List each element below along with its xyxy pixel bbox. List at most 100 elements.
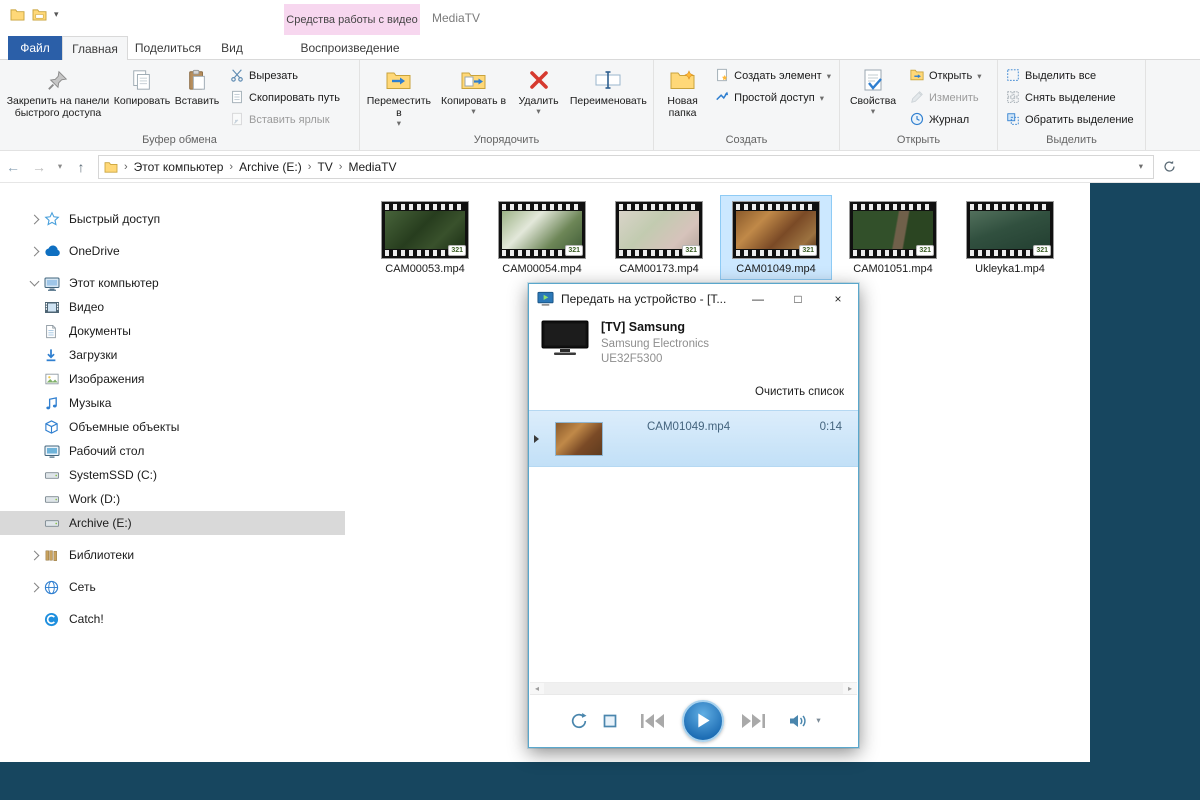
sidebar-item-pictures[interactable]: Изображения [0,367,345,391]
tab-share[interactable]: Поделиться [128,36,208,60]
contextual-tab-video-tools[interactable]: Средства работы с видео [284,4,420,35]
breadcrumb-mediatv[interactable]: MediaTV [346,160,398,174]
play-button[interactable] [682,700,724,742]
edit-button[interactable]: Изменить [904,87,987,109]
sidebar-item-videos[interactable]: Видео [0,295,345,319]
folder-icon[interactable] [10,8,25,21]
copy-to-button[interactable]: Копировать в ▾ [436,62,512,133]
sidebar-item-3d-objects[interactable]: Объемные объекты [0,415,345,439]
forward-button[interactable]: → [26,159,52,175]
sidebar-item-catch[interactable]: Catch! [0,607,345,631]
up-button[interactable]: ↑ [68,159,94,175]
file-cam01051[interactable]: 321 CAM01051.mp4 [837,195,949,280]
breadcrumb-archive-e[interactable]: Archive (E:) [237,160,304,174]
stop-button[interactable] [603,714,617,728]
address-bar: ← → ▾ ↑ › Этот компьютер › Archive (E:) … [0,151,1200,183]
history-button[interactable]: Журнал [904,109,987,131]
invert-selection-button[interactable]: Обратить выделение [1000,109,1140,131]
catch-app-icon [44,611,63,627]
scroll-right-icon[interactable]: ▸ [843,683,857,695]
scrollbar-track[interactable] [544,683,843,694]
recent-locations-caret-icon[interactable]: ▾ [52,161,68,172]
sidebar-item-archive-e[interactable]: Archive (E:) [0,511,345,535]
refresh-icon[interactable] [1154,160,1184,173]
playlist-item[interactable]: CAM01049.mp4 0:14 [529,410,858,467]
sidebar-item-systemssd-c[interactable]: SystemSSD (C:) [0,463,345,487]
scroll-left-icon[interactable]: ◂ [530,683,544,695]
maximize-button[interactable]: □ [778,284,818,314]
tab-playback[interactable]: Воспроизведение [286,36,414,60]
select-none-button[interactable]: Снять выделение [1000,87,1140,109]
chevron-right-icon[interactable] [26,248,42,255]
sidebar-item-desktop[interactable]: Рабочий стол [0,439,345,463]
select-all-button[interactable]: Выделить все [1000,65,1140,87]
paste-button[interactable]: Вставить [170,62,224,133]
address-input[interactable]: › Этот компьютер › Archive (E:) › TV › M… [98,155,1154,179]
sidebar-item-onedrive[interactable]: OneDrive [0,239,345,263]
move-to-button[interactable]: Переместить в ▾ [362,62,436,133]
sidebar-item-network[interactable]: Сеть [0,575,345,599]
sidebar-item-work-d[interactable]: Work (D:) [0,487,345,511]
copy-button[interactable]: Копировать [114,62,170,133]
volume-button[interactable] [789,713,809,729]
next-button[interactable] [740,713,766,729]
file-name: Ukleyka1.mp4 [957,263,1063,275]
playlist-item-name: CAM01049.mp4 [647,421,730,433]
sidebar-item-libraries[interactable]: Библиотеки [0,543,345,567]
crumb-separator-icon[interactable]: › [225,161,237,173]
folder-properties-icon[interactable] [32,8,47,21]
file-name: CAM01051.mp4 [840,263,946,275]
volume-caret-icon[interactable]: ▾ [816,715,820,726]
crumb-separator-icon[interactable]: › [120,161,132,173]
chevron-right-icon[interactable] [26,584,42,591]
sidebar-item-quick-access[interactable]: Быстрый доступ [0,207,345,231]
paste-shortcut-button[interactable]: Вставить ярлык [224,109,346,131]
file-cam00173[interactable]: 321 CAM00173.mp4 [603,195,715,280]
crumb-separator-icon[interactable]: › [304,161,316,173]
qat-customize-icon[interactable]: ▾ [54,9,59,20]
dropdown-caret-icon: ▾ [820,94,824,103]
tab-home[interactable]: Главная [62,36,128,60]
rename-button[interactable]: Переименовать [566,62,651,133]
file-ukleyka1[interactable]: 321 Ukleyka1.mp4 [954,195,1066,280]
address-dropdown-icon[interactable]: ▾ [1134,161,1148,172]
sidebar-item-this-pc[interactable]: Этот компьютер [0,271,345,295]
new-item-icon [715,68,729,85]
properties-button[interactable]: Свойства ▾ [842,62,904,133]
dropdown-caret-icon: ▾ [397,119,401,128]
chevron-right-icon[interactable] [26,216,42,223]
sidebar-item-downloads[interactable]: Загрузки [0,343,345,367]
crumb-separator-icon[interactable]: › [335,161,347,173]
chevron-down-icon[interactable] [26,281,42,285]
breadcrumb-tv[interactable]: TV [315,160,334,174]
sidebar-item-music[interactable]: Музыка [0,391,345,415]
back-button[interactable]: ← [0,159,26,175]
clear-list-link[interactable]: Очистить список [755,386,844,398]
previous-button[interactable] [640,713,666,729]
delete-button[interactable]: Удалить ▾ [511,62,565,133]
repeat-button[interactable] [569,712,589,730]
minimize-button[interactable]: — [738,284,778,314]
file-cam00054[interactable]: 321 CAM00054.mp4 [486,195,598,280]
pin-to-quick-access-button[interactable]: Закрепить на панели быстрого доступа [2,62,114,133]
file-cam00053[interactable]: 321 CAM00053.mp4 [369,195,481,280]
sidebar-item-documents[interactable]: Документы [0,319,345,343]
close-button[interactable]: × [818,284,858,314]
tab-file[interactable]: Файл [8,36,62,60]
tab-view[interactable]: Вид [208,36,256,60]
dialog-title-bar[interactable]: Передать на устройство - [T... — □ × [529,284,858,314]
new-item-button[interactable]: Создать элемент ▾ [709,65,837,87]
chevron-right-icon[interactable] [26,552,42,559]
dialog-title: Передать на устройство - [T... [561,292,738,306]
breadcrumb-this-pc[interactable]: Этот компьютер [132,160,226,174]
easy-access-button[interactable]: Простой доступ ▾ [709,87,837,109]
file-cam01049-selected[interactable]: 321 CAM01049.mp4 [720,195,832,280]
playlist-scrollbar[interactable]: ◂ ▸ [530,682,857,694]
file-name: CAM00053.mp4 [372,263,478,275]
easy-access-icon [715,90,729,107]
new-folder-button[interactable]: Новая папка [656,62,709,133]
paste-icon [186,65,208,95]
open-button[interactable]: Открыть ▾ [904,65,987,87]
cut-button[interactable]: Вырезать [224,65,346,87]
copy-path-button[interactable]: Скопировать путь [224,87,346,109]
